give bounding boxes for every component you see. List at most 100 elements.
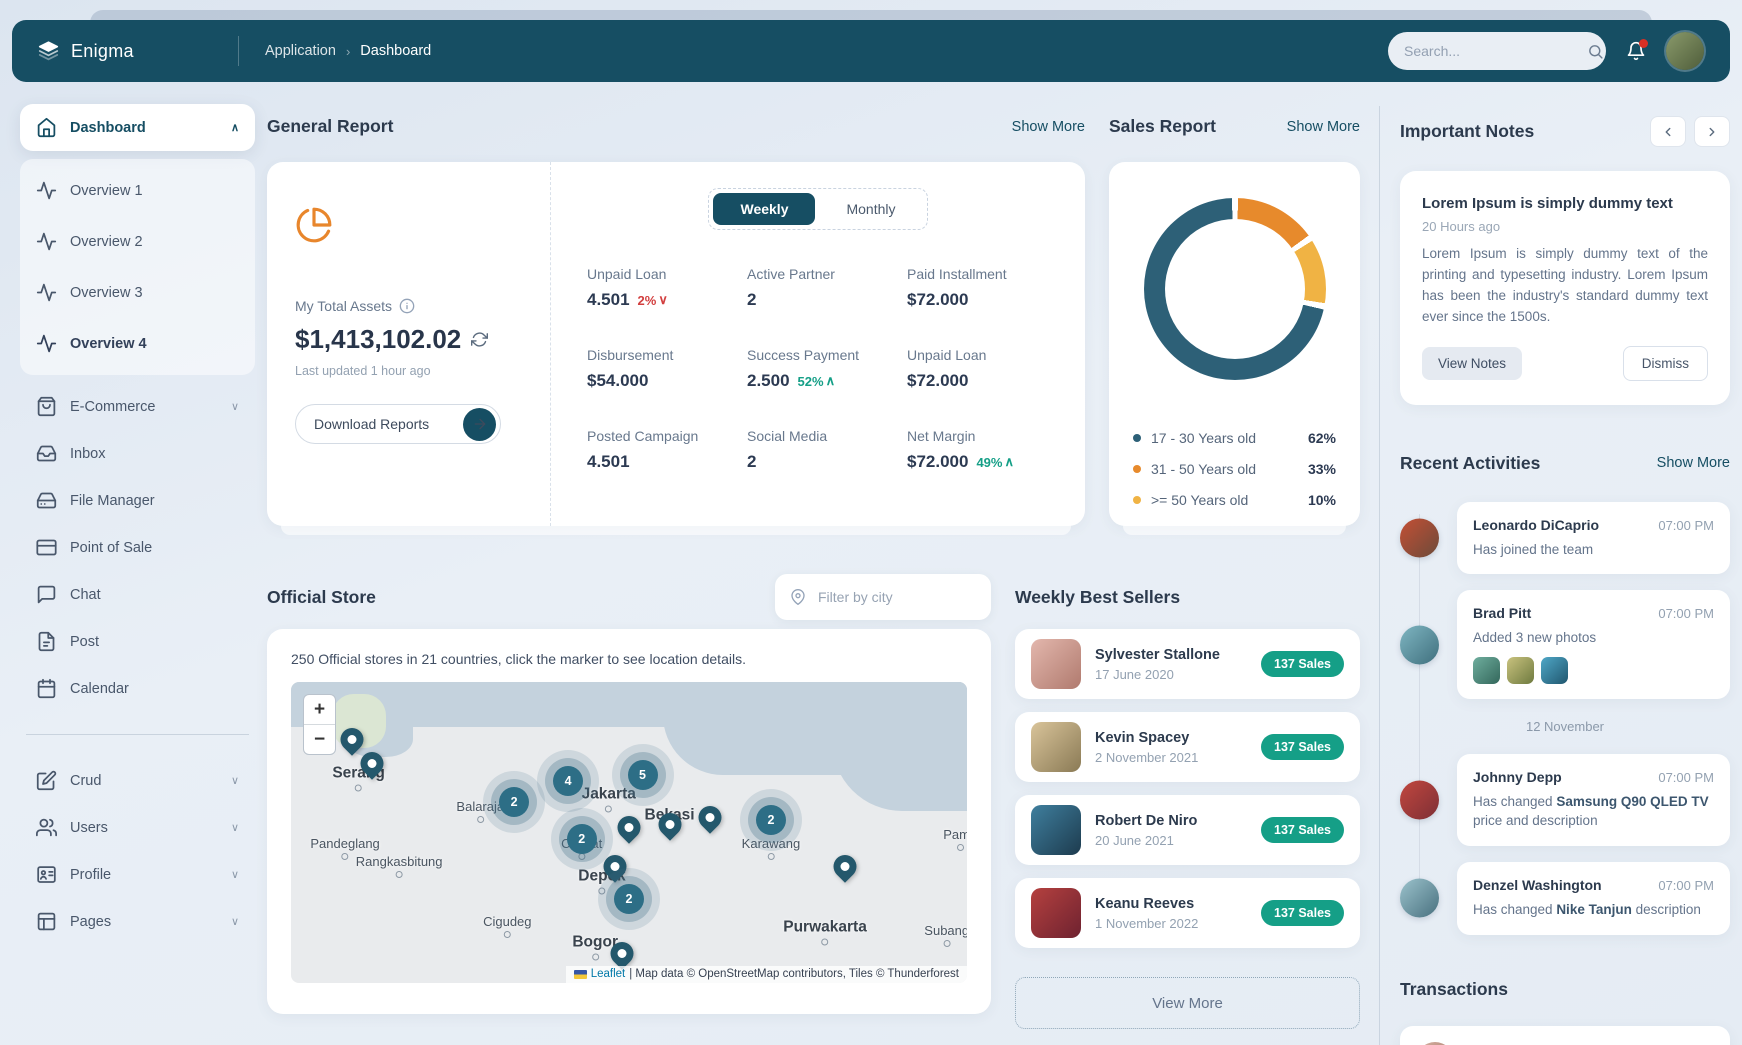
legend-value: 33%: [1308, 461, 1336, 477]
monthly-tab[interactable]: Monthly: [819, 193, 922, 225]
refresh-icon[interactable]: [471, 331, 488, 348]
sidebar-item[interactable]: Chat: [20, 571, 255, 618]
breadcrumb-dashboard[interactable]: Dashboard: [360, 43, 431, 59]
store-cluster-marker[interactable]: 5: [628, 760, 658, 790]
activity-item[interactable]: Johnny Depp 07:00 PM Has changed Samsung…: [1400, 754, 1730, 846]
breadcrumb: Application › Dashboard: [265, 43, 431, 59]
search-icon[interactable]: [1587, 43, 1604, 60]
file-icon: [36, 631, 57, 652]
stat-label: Net Margin: [907, 428, 1049, 444]
notifications-button[interactable]: [1626, 41, 1646, 61]
sidebar-subitem[interactable]: Overview 2: [20, 216, 255, 267]
sidebar-item-label: Chat: [70, 587, 101, 603]
seller-date: 17 June 2020: [1095, 667, 1247, 682]
store-marker-pin[interactable]: [613, 811, 646, 844]
filter-by-city-input[interactable]: [816, 588, 1001, 606]
notes-prev-button[interactable]: [1650, 116, 1686, 147]
best-seller-row[interactable]: Sylvester Stallone 17 June 2020 137 Sale…: [1015, 629, 1360, 699]
map-city-label: Balaraja: [456, 799, 504, 823]
activity-text: Added 3 new photos: [1473, 628, 1714, 648]
map-city-label: Pama: [943, 827, 967, 851]
best-seller-row[interactable]: Robert De Niro 20 June 2021 137 Sales: [1015, 795, 1360, 865]
stat-cell: Unpaid Loan $72.000: [907, 347, 1049, 391]
best-seller-row[interactable]: Kevin Spacey 2 November 2021 137 Sales: [1015, 712, 1360, 782]
chevron-up-icon: ∧: [231, 121, 239, 134]
activity-item[interactable]: Leonardo DiCaprio 07:00 PM Has joined th…: [1400, 502, 1730, 575]
sales-report-show-more[interactable]: Show More: [1287, 119, 1360, 135]
leaflet-link[interactable]: Leaflet: [591, 968, 626, 980]
home-icon: [36, 117, 57, 138]
search-box[interactable]: [1388, 32, 1606, 70]
sidebar-item[interactable]: Pages ∨: [20, 898, 255, 945]
sidebar-item[interactable]: Calendar: [20, 665, 255, 712]
chevron-icon: ∨: [231, 868, 239, 881]
transaction-row[interactable]: Sylvester Stallone +$77: [1400, 1026, 1730, 1045]
layers-logo-icon: [38, 41, 59, 62]
sidebar-item-label: Inbox: [70, 446, 105, 462]
view-more-button[interactable]: View More: [1015, 977, 1360, 1029]
activities-show-more[interactable]: Show More: [1657, 455, 1730, 471]
general-report-show-more[interactable]: Show More: [1012, 119, 1085, 135]
store-cluster-marker[interactable]: 2: [567, 824, 597, 854]
recent-activities-header: Recent Activities Show More: [1400, 453, 1730, 474]
zoom-in-button[interactable]: +: [304, 695, 335, 725]
store-cluster-marker[interactable]: 2: [614, 884, 644, 914]
download-reports-button[interactable]: Download Reports: [295, 404, 501, 444]
activity-user-name: Denzel Washington: [1473, 877, 1602, 893]
brand[interactable]: Enigma: [38, 41, 238, 62]
activity-avatar: [1400, 879, 1439, 918]
store-marker-pin[interactable]: [694, 802, 727, 835]
photo-thumbnail[interactable]: [1507, 657, 1534, 684]
general-report-title: General Report: [267, 116, 393, 137]
row1-cards: My Total Assets $1,413,102.02 Last updat…: [267, 162, 1360, 526]
activity-time: 07:00 PM: [1658, 518, 1714, 533]
zoom-out-button[interactable]: −: [304, 725, 335, 754]
ukraine-flag-icon: [574, 970, 587, 979]
sidebar-item[interactable]: E-Commerce ∨: [20, 383, 255, 430]
sidebar-subitem[interactable]: Overview 4: [20, 318, 255, 369]
activity-avatar: [1400, 518, 1439, 557]
total-assets-label: My Total Assets: [295, 298, 392, 314]
search-input[interactable]: [1402, 42, 1587, 60]
sidebar-item[interactable]: Users ∨: [20, 804, 255, 851]
store-cluster-marker[interactable]: 2: [756, 805, 786, 835]
inbox-icon: [36, 443, 57, 464]
assets-updated-text: Last updated 1 hour ago: [295, 364, 522, 378]
user-avatar[interactable]: [1666, 32, 1704, 70]
age-distribution-donut-chart: [1144, 198, 1326, 380]
dismiss-button[interactable]: Dismiss: [1623, 346, 1708, 381]
map-pin-icon: [790, 589, 806, 605]
breadcrumb-application[interactable]: Application: [265, 43, 336, 59]
stats-grid: Unpaid Loan 4.501 2%∨ Active Partner: [587, 266, 1049, 472]
sidebar-item-dashboard[interactable]: Dashboard ∧: [20, 104, 255, 151]
map-city-label: Purwakarta: [783, 918, 867, 945]
filter-by-city-box[interactable]: [775, 574, 991, 620]
info-icon[interactable]: [399, 298, 415, 314]
best-seller-row[interactable]: Keanu Reeves 1 November 2022 137 Sales: [1015, 878, 1360, 948]
map-water: [832, 682, 967, 811]
store-marker-pin[interactable]: [829, 850, 862, 883]
activity-item[interactable]: Brad Pitt 07:00 PM Added 3 new photos: [1400, 590, 1730, 699]
store-cluster-marker[interactable]: 4: [553, 766, 583, 796]
sidebar-subitem[interactable]: Overview 1: [20, 165, 255, 216]
notes-next-button[interactable]: [1694, 116, 1730, 147]
sidebar-item[interactable]: Crud ∨: [20, 757, 255, 804]
sidebar-item[interactable]: Point of Sale: [20, 524, 255, 571]
sidebar-item-label: Pages: [70, 914, 111, 930]
weekly-tab[interactable]: Weekly: [713, 193, 815, 225]
sidebar-item[interactable]: File Manager: [20, 477, 255, 524]
sidebar: Dashboard ∧ Overview 1 Overview 2 Overvi…: [20, 104, 255, 945]
photo-thumbnail[interactable]: [1473, 657, 1500, 684]
sidebar-item[interactable]: Inbox: [20, 430, 255, 477]
photo-thumbnail[interactable]: [1541, 657, 1568, 684]
store-cluster-marker[interactable]: 2: [499, 787, 529, 817]
sidebar-item-label: Dashboard: [70, 120, 146, 136]
view-notes-button[interactable]: View Notes: [1422, 347, 1522, 380]
store-locations-map[interactable]: SerangBalarajaJakartaBekasiKarawangPande…: [291, 682, 967, 983]
activity-item[interactable]: Denzel Washington 07:00 PM Has changed N…: [1400, 862, 1730, 935]
drive-icon: [36, 490, 57, 511]
sidebar-item[interactable]: Post: [20, 618, 255, 665]
sidebar-item-label: File Manager: [70, 493, 155, 509]
sidebar-item[interactable]: Profile ∨: [20, 851, 255, 898]
sidebar-subitem[interactable]: Overview 3: [20, 267, 255, 318]
